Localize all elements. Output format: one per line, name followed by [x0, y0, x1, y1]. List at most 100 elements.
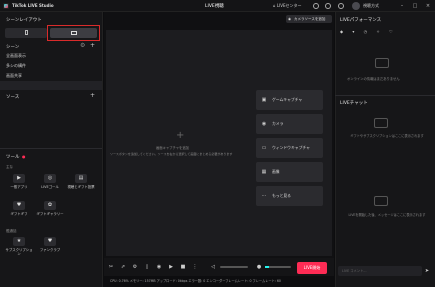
- home-icon: ⌂: [273, 3, 276, 8]
- tool-game-button[interactable]: ▶ 一般アプリ: [4, 174, 34, 198]
- layout-portrait-button[interactable]: [5, 28, 47, 38]
- phone-icon[interactable]: ▯: [144, 264, 150, 270]
- tool-label: ギフトギフ: [10, 212, 28, 216]
- volume-slider[interactable]: [220, 266, 248, 268]
- speaker-icon[interactable]: ◁: [210, 264, 216, 270]
- add-button-label: ゲームキャプチャ: [272, 97, 303, 102]
- scene-title: シーン: [6, 45, 20, 50]
- record-icon[interactable]: ◉: [156, 264, 162, 270]
- more-button[interactable]: ⋯ もっと見る: [256, 186, 323, 206]
- camera-button[interactable]: ◉ カメラ: [256, 114, 323, 134]
- live-performance-title: LIVEパフォーマンス: [340, 18, 382, 23]
- tool-poll-button[interactable]: ▤ 視聴とギフト投票: [66, 174, 96, 198]
- live-chat-title: LIVEチャット: [340, 101, 368, 106]
- minimize-icon[interactable]: –: [398, 2, 406, 10]
- window-icon: ▭: [261, 145, 267, 151]
- window-capture-button[interactable]: ▭ ウィンドウキャプチャ: [256, 138, 323, 158]
- tool-gallery-button[interactable]: ✿ ギフトギャラリー: [35, 201, 65, 225]
- game-capture-button[interactable]: ▣ ゲームキャプチャ: [256, 90, 323, 110]
- tool-goal-button[interactable]: ◎ LIVEゴール: [35, 174, 65, 198]
- mic-level-fill: [265, 266, 269, 268]
- window-title: LIVE視聴: [205, 4, 224, 9]
- divider: [335, 95, 435, 96]
- add-source-desc: ソースボタンを追加してください。ソースを右から選択して画面にまとめる必要がありま…: [110, 152, 233, 156]
- divider: [0, 148, 102, 149]
- camera-icon: ◉: [288, 17, 292, 21]
- tool-label: ギフトギャラリー: [36, 212, 64, 216]
- status-bar: CPU: 0.76% メモリー: 157MB アップロード: 0kbps エラー…: [110, 279, 281, 283]
- scene-item[interactable]: 画面共享: [0, 71, 102, 80]
- play-icon[interactable]: ▶: [168, 264, 174, 270]
- fanclub-icon: ♥: [44, 237, 56, 246]
- tool-label: LIVEゴール: [41, 185, 59, 189]
- tool-gift-button[interactable]: ♥ ギフトギフ: [4, 201, 34, 225]
- settings-icon[interactable]: ⚙: [132, 264, 138, 270]
- add-button-label: ウィンドウキャプチャ: [272, 145, 310, 150]
- chat-empty-icon: [374, 196, 388, 206]
- mic-icon[interactable]: ●: [256, 264, 262, 270]
- add-button-label: カメラ: [272, 121, 284, 126]
- chat-gift-empty-text: ギフトやサブスクリプションはここに表示されます: [350, 134, 424, 138]
- notification-icon[interactable]: [338, 3, 344, 9]
- scene-item[interactable]: 全画面表示: [0, 51, 102, 60]
- settings-icon[interactable]: [313, 3, 319, 9]
- layout-landscape-button[interactable]: [50, 28, 97, 38]
- go-live-button[interactable]: LIVE開始: [297, 262, 327, 274]
- add-button-label: もっと見る: [272, 193, 291, 198]
- scene-layout-title: シーンレイアウト: [6, 18, 42, 23]
- share-icon[interactable]: ⇗: [120, 264, 126, 270]
- target-icon: ◎: [44, 174, 56, 183]
- gift-icon: ♥: [13, 201, 25, 210]
- maximize-icon[interactable]: □: [411, 2, 419, 10]
- tool-label: ファンクラブ: [39, 248, 61, 252]
- mic-slider[interactable]: [265, 266, 291, 268]
- landscape-icon: [70, 31, 77, 35]
- help-icon[interactable]: [325, 3, 331, 9]
- tool-label: 視聴とギフト投票: [67, 185, 95, 189]
- add-camera-source-button[interactable]: ◉ カメラソースを追加: [286, 15, 332, 23]
- picture-icon: ▦: [261, 169, 267, 175]
- user-name[interactable]: 視聴方式: [363, 3, 379, 9]
- gift-empty-icon: [374, 118, 388, 128]
- close-icon[interactable]: ×: [424, 2, 432, 10]
- add-icon: +: [176, 130, 185, 141]
- live-center-link[interactable]: ⌂ LIVEセンター: [273, 3, 302, 9]
- camera-icon: ◉: [261, 121, 267, 127]
- add-source-icon[interactable]: +: [90, 93, 95, 99]
- gallery-icon: ✿: [44, 201, 56, 210]
- scene-item-selected[interactable]: [0, 81, 102, 90]
- scene-settings-icon[interactable]: ⚙: [80, 43, 85, 49]
- tools-group-interaction: 鑑通話: [6, 229, 17, 233]
- tools-title: ツール: [6, 155, 20, 160]
- equalizer-icon[interactable]: ⋮: [192, 264, 198, 270]
- image-icon: ▣: [261, 97, 267, 103]
- performance-empty-text: オンラインの情報はまだありません: [347, 77, 400, 81]
- tool-fanclub-button[interactable]: ♥ ファンクラブ: [35, 237, 65, 261]
- empty-performance-icon: [375, 58, 389, 68]
- stop-icon[interactable]: ■: [180, 264, 186, 270]
- performance-metrics-row: ◆ ▾ ◷ ✧ ♡: [340, 29, 397, 34]
- subscription-icon: ★: [13, 237, 25, 246]
- tool-label: 一般アプリ: [10, 185, 28, 189]
- chat-empty-text: LIVEを開始した後、メッセージはここに表示されます: [348, 213, 426, 217]
- tools-badge-icon: ●: [22, 154, 26, 159]
- add-button-label: 画像: [272, 169, 280, 174]
- add-scene-icon[interactable]: +: [90, 43, 95, 49]
- tool-label: サブスクリプション: [5, 248, 33, 256]
- right-panel: [335, 12, 435, 287]
- poll-icon: ▤: [75, 174, 87, 183]
- tiktok-logo-icon: [3, 3, 9, 9]
- scissors-icon[interactable]: ✂: [108, 264, 114, 270]
- scene-item[interactable]: 多シの構件: [0, 61, 102, 70]
- source-title: ソース: [6, 95, 20, 100]
- portrait-icon: [24, 30, 28, 35]
- more-icon: ⋯: [261, 193, 267, 199]
- add-source-title: 画面キャプチャを追加: [156, 146, 189, 150]
- send-icon[interactable]: ➤: [424, 268, 430, 274]
- chat-input[interactable]: LIVE コメント...: [338, 266, 422, 276]
- avatar[interactable]: [352, 2, 360, 10]
- live-center-label: LIVEセンター: [276, 3, 302, 8]
- app-title: TikTok LIVE Studio: [12, 3, 54, 8]
- tool-subscription-button[interactable]: ★ サブスクリプション: [4, 237, 34, 261]
- image-button[interactable]: ▦ 画像: [256, 162, 323, 182]
